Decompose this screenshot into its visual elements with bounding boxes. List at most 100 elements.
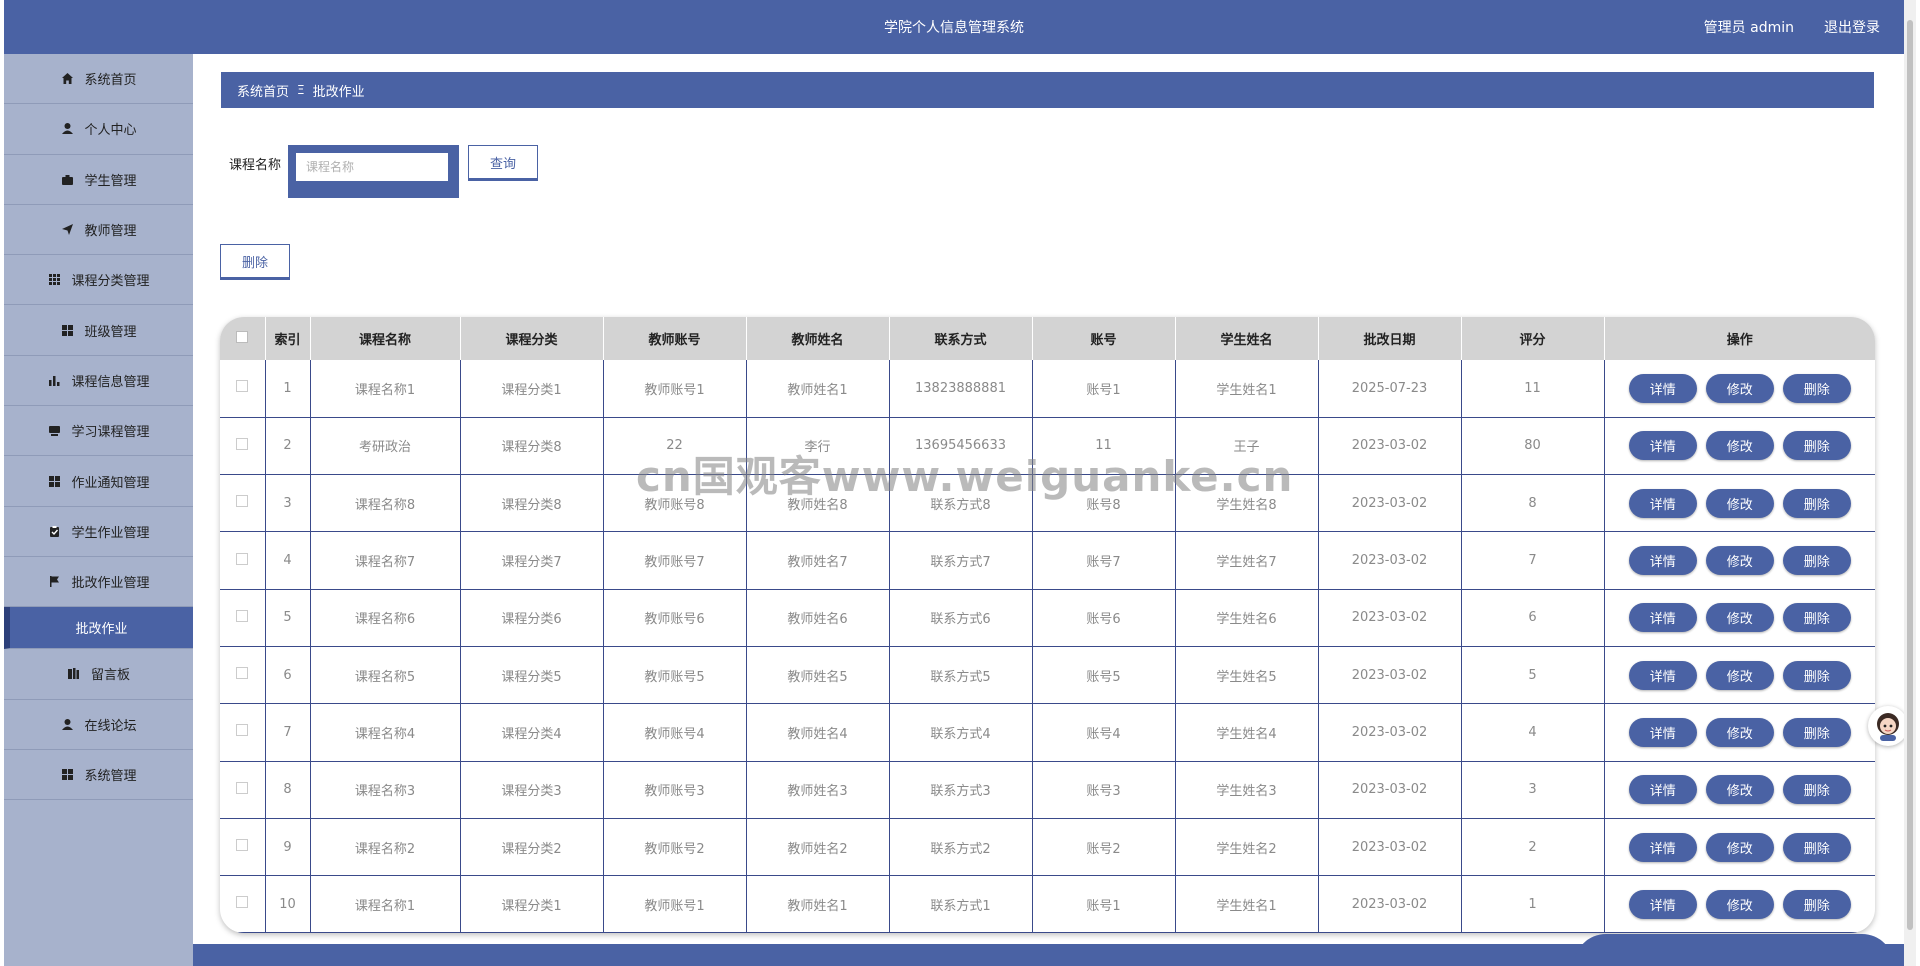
row-actions-cell: 详情 修改 删除 (1604, 360, 1876, 418)
row-actions: 详情 修改 删除 (1605, 603, 1876, 633)
detail-button[interactable]: 详情 (1628, 889, 1697, 919)
table-cell: 8 (265, 761, 311, 819)
delete-button[interactable]: 删除 (1782, 488, 1851, 518)
sidebar-item-3[interactable]: 教师管理 (4, 205, 193, 256)
table-cell: 课程名称6 (310, 589, 461, 647)
table-cell: 教师账号8 (603, 474, 747, 533)
sidebar-item-13[interactable]: 在线论坛 (4, 700, 193, 750)
delete-button[interactable]: 删除 (1782, 717, 1851, 747)
delete-button[interactable]: 删除 (1782, 373, 1851, 403)
delete-button[interactable]: 删除 (1782, 775, 1851, 805)
sidebar-item-7[interactable]: 学习课程管理 (4, 406, 193, 457)
sidebar-item-6[interactable]: 课程信息管理 (4, 356, 193, 407)
edit-button[interactable]: 修改 (1705, 660, 1774, 690)
sidebar-item-label: 学习课程管理 (71, 425, 150, 441)
table-cell: 2023-03-02 (1318, 818, 1462, 877)
sidebar-item-14[interactable]: 系统管理 (4, 750, 193, 801)
table-cell: 联系方式5 (889, 646, 1033, 705)
logout-link[interactable]: 退出登录 (1824, 17, 1880, 37)
table-cell: 4 (265, 531, 311, 590)
table-cell: 学生姓名6 (1175, 589, 1319, 647)
row-checkbox[interactable] (236, 667, 249, 680)
table-cell: 课程名称4 (310, 703, 461, 762)
table-cell: 1 (265, 360, 311, 418)
sidebar-item-9[interactable]: 学生作业管理 (4, 507, 193, 557)
sidebar-item-11[interactable]: 批改作业 (4, 607, 193, 650)
sidebar-item-label: 批改作业管理 (71, 576, 150, 592)
scrollbar-thumb[interactable] (1907, 20, 1913, 930)
bulk-delete-button[interactable]: 删除 (220, 244, 290, 280)
row-checkbox[interactable] (236, 437, 249, 450)
detail-button[interactable]: 详情 (1628, 717, 1697, 747)
table-cell: 教师姓名3 (746, 761, 890, 819)
row-actions: 详情 修改 删除 (1605, 373, 1876, 403)
course-name-input[interactable] (296, 153, 448, 181)
detail-button[interactable]: 详情 (1628, 488, 1697, 518)
table-cell: 教师姓名6 (746, 589, 890, 647)
table-cell: 教师姓名1 (746, 875, 890, 933)
detail-button[interactable]: 详情 (1628, 603, 1697, 633)
detail-button[interactable]: 详情 (1628, 373, 1697, 403)
breadcrumb-home[interactable]: 系统首页 (237, 81, 289, 100)
row-checkbox[interactable] (236, 380, 249, 393)
sidebar-item-12[interactable]: 留言板 (4, 649, 193, 700)
sidebar-item-5[interactable]: 班级管理 (4, 305, 193, 356)
row-actions-cell: 详情 修改 删除 (1604, 761, 1875, 819)
app-window: 学院个人信息管理系统 管理员 admin 退出登录 系统首页 个人中心 学生管理 教师… (0, 0, 1920, 966)
table-row: 5 课程名称6 课程分类6 教师账号6 教师姓名6 联系方式6 账号6 学生姓名6 2023-0… (220, 589, 1876, 647)
delete-button[interactable]: 删除 (1782, 832, 1851, 862)
edit-button[interactable]: 修改 (1705, 488, 1774, 518)
row-checkbox[interactable] (236, 495, 249, 508)
query-button[interactable]: 查询 (468, 145, 538, 181)
row-checkbox[interactable] (236, 781, 249, 794)
edit-button[interactable]: 修改 (1705, 546, 1774, 576)
row-checkbox[interactable] (236, 724, 249, 737)
row-checkbox[interactable] (236, 552, 249, 565)
table-cell: 13695456633 (889, 417, 1033, 476)
table-cell: 课程名称2 (310, 818, 461, 877)
monitor-icon (47, 424, 61, 438)
row-checkbox[interactable] (236, 839, 249, 852)
select-all-checkbox[interactable] (236, 330, 249, 343)
detail-button[interactable]: 详情 (1628, 431, 1697, 461)
sidebar-item-0[interactable]: 系统首页 (4, 54, 193, 105)
table-cell: 课程分类8 (460, 417, 604, 476)
page-scrollbar[interactable] (1904, 0, 1916, 966)
edit-button[interactable]: 修改 (1705, 431, 1774, 461)
sidebar-item-label: 班级管理 (84, 324, 137, 340)
delete-button[interactable]: 删除 (1782, 603, 1851, 633)
table-cell: 2023-03-02 (1318, 589, 1462, 647)
edit-button[interactable]: 修改 (1705, 775, 1774, 805)
detail-button[interactable]: 详情 (1628, 832, 1697, 862)
edit-button[interactable]: 修改 (1705, 832, 1774, 862)
edit-button[interactable]: 修改 (1705, 603, 1774, 633)
table-row: 7 课程名称4 课程分类4 教师账号4 教师姓名4 联系方式4 账号4 学生姓名4 2023-0… (220, 703, 1875, 762)
edit-button[interactable]: 修改 (1705, 889, 1774, 919)
table-cell: 教师姓名5 (746, 646, 890, 705)
table-cell: 账号1 (1032, 360, 1176, 418)
detail-button[interactable]: 详情 (1628, 546, 1697, 576)
detail-button[interactable]: 详情 (1628, 660, 1697, 690)
table-cell: 教师账号4 (603, 703, 747, 762)
table-row: 2 考研政治 课程分类8 22 李行 13695456633 11 王子 2023-03-02 8… (220, 417, 1875, 476)
sidebar-item-4[interactable]: 课程分类管理 (4, 255, 193, 306)
table-cell: 账号1 (1032, 875, 1176, 933)
sidebar-item-8[interactable]: 作业通知管理 (4, 456, 193, 507)
assistant-avatar-icon[interactable] (1868, 706, 1908, 746)
table-cell: 学生姓名1 (1175, 875, 1319, 933)
sidebar-item-2[interactable]: 学生管理 (4, 155, 193, 205)
row-checkbox[interactable] (236, 609, 249, 622)
breadcrumb: 系统首页 Ξ 批改作业 (221, 72, 1874, 108)
delete-button[interactable]: 删除 (1782, 431, 1851, 461)
edit-button[interactable]: 修改 (1705, 373, 1774, 403)
table-cell: 教师账号2 (603, 818, 747, 877)
delete-button[interactable]: 删除 (1782, 889, 1851, 919)
delete-button[interactable]: 删除 (1782, 546, 1851, 576)
column-header: 索引 (265, 317, 311, 360)
delete-button[interactable]: 删除 (1782, 660, 1851, 690)
sidebar-item-1[interactable]: 个人中心 (4, 104, 193, 155)
detail-button[interactable]: 详情 (1628, 775, 1697, 805)
edit-button[interactable]: 修改 (1705, 717, 1774, 747)
row-checkbox[interactable] (236, 896, 249, 909)
sidebar-item-10[interactable]: 批改作业管理 (4, 557, 193, 608)
